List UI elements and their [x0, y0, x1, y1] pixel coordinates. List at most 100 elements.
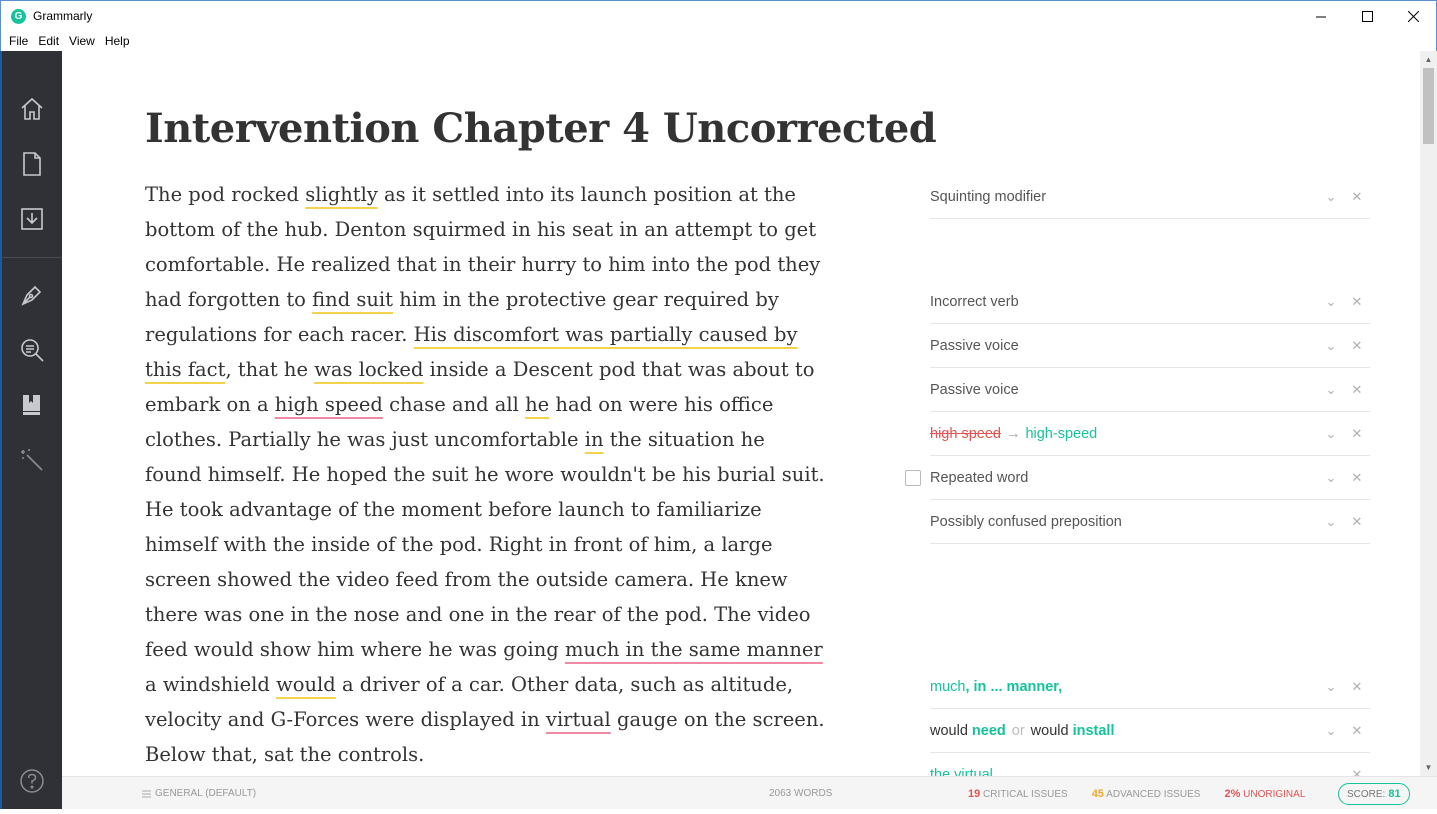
suggestion-part: , in ... manner,	[965, 678, 1063, 695]
option-install[interactable]: install	[1073, 723, 1115, 739]
chevron-down-icon[interactable]: ⌄	[1318, 723, 1344, 739]
home-icon[interactable]	[18, 95, 46, 123]
flagged-text[interactable]: slightly	[305, 183, 378, 206]
maximize-button[interactable]	[1344, 1, 1390, 31]
scroll-thumb[interactable]	[1423, 68, 1434, 144]
paragraph-2[interactable]: He took advantage of the moment before l…	[145, 492, 825, 772]
suggestion-part: or	[1011, 722, 1025, 739]
critical-issues[interactable]: 19 CRITICAL ISSUES	[968, 788, 1080, 800]
scroll-down-arrow-icon[interactable]: ▼	[1420, 759, 1437, 776]
text-run: chase and all	[382, 393, 526, 416]
book-marker-icon	[905, 470, 921, 486]
suggestion-card-passive-voice-2[interactable]: Passive voice ⌄ ✕	[930, 368, 1370, 412]
flagged-text[interactable]: in	[585, 428, 604, 451]
menu-help[interactable]: Help	[105, 34, 130, 48]
unoriginal-pct: 2%	[1224, 788, 1241, 800]
menu-bar: File Edit View Help	[0, 31, 1437, 51]
sidebar-divider	[2, 257, 62, 258]
suggestion-card-high-speed[interactable]: high speed → high-speed ⌄ ✕	[930, 412, 1370, 456]
replacement-word[interactable]: high-speed	[1025, 426, 1097, 442]
issues-summary: 19 CRITICAL ISSUES 45 ADVANCED ISSUES 2%…	[968, 788, 1329, 800]
score-label: SCORE:	[1347, 788, 1386, 800]
help-icon[interactable]	[18, 767, 46, 795]
document-body[interactable]: The pod rocked slightly as it settled in…	[145, 177, 825, 772]
suggestions-panel: Squinting modifier ⌄ ✕ Incorrect verb ⌄ …	[905, 51, 1370, 777]
suggestion-card-would-need[interactable]: would need or would install ⌄ ✕	[930, 709, 1370, 753]
dismiss-icon[interactable]: ✕	[1344, 767, 1370, 777]
vertical-scrollbar[interactable]: ▲ ▼	[1420, 51, 1437, 776]
suggestion-label: Passive voice	[930, 381, 1019, 398]
dismiss-icon[interactable]: ✕	[1344, 470, 1370, 486]
original-word: high speed	[930, 425, 1001, 442]
flagged-text[interactable]: virtual	[546, 708, 611, 731]
sidebar	[0, 51, 62, 814]
search-document-icon[interactable]	[18, 336, 46, 364]
advanced-label: ADVANCED ISSUES	[1106, 789, 1201, 800]
suggestion-card-repeated-word[interactable]: Repeated word ⌄ ✕	[905, 456, 1370, 500]
download-icon[interactable]	[18, 205, 46, 233]
pen-icon[interactable]	[18, 281, 46, 309]
chevron-down-icon[interactable]: ⌄	[1318, 470, 1344, 486]
suggestion-part: much	[930, 678, 966, 695]
book-icon[interactable]	[18, 391, 46, 419]
dismiss-icon[interactable]: ✕	[1344, 338, 1370, 354]
chevron-down-icon[interactable]: ⌄	[1318, 514, 1344, 530]
text-run: The pod rocked	[145, 183, 306, 206]
chevron-down-icon[interactable]: ⌄	[1318, 382, 1344, 398]
option-need[interactable]: need	[972, 723, 1006, 739]
dismiss-icon[interactable]: ✕	[1344, 189, 1370, 205]
maximize-icon	[1361, 10, 1373, 22]
flagged-text[interactable]: he	[525, 393, 549, 416]
flagged-text[interactable]: much in the same manner	[565, 638, 823, 661]
flagged-text[interactable]: find suit	[312, 288, 393, 311]
score-badge[interactable]: SCORE: 81	[1338, 783, 1410, 805]
window-title: Grammarly	[33, 9, 93, 23]
suggestion-card-confused-preposition[interactable]: Possibly confused preposition ⌄ ✕	[930, 500, 1370, 544]
dismiss-icon[interactable]: ✕	[1344, 382, 1370, 398]
magic-wand-icon[interactable]	[18, 446, 46, 474]
dismiss-icon[interactable]: ✕	[1344, 426, 1370, 442]
dismiss-icon[interactable]: ✕	[1344, 679, 1370, 695]
document-title[interactable]: Intervention Chapter 4 Uncorrected	[145, 105, 937, 152]
flagged-text[interactable]: was locked	[314, 358, 423, 381]
document-icon[interactable]	[18, 150, 46, 178]
dismiss-icon[interactable]: ✕	[1344, 723, 1370, 739]
chevron-down-icon[interactable]: ⌄	[1318, 338, 1344, 354]
text-run: , that he	[225, 358, 315, 381]
status-bar: GENERAL (DEFAULT) 2063 WORDS 19 CRITICAL…	[62, 776, 1437, 809]
close-window-button[interactable]	[1390, 1, 1436, 31]
chevron-down-icon[interactable]: ⌄	[1318, 679, 1344, 695]
dismiss-icon[interactable]: ✕	[1344, 294, 1370, 310]
chevron-down-icon[interactable]: ⌄	[1318, 294, 1344, 310]
advanced-count: 45	[1091, 788, 1104, 800]
chevron-down-icon[interactable]: ⌄	[1318, 189, 1344, 205]
unoriginal-indicator[interactable]: 2% UNORIGINAL	[1224, 788, 1317, 800]
suggestion-part: would	[1030, 722, 1073, 739]
minimize-icon	[1315, 16, 1326, 17]
dismiss-icon[interactable]: ✕	[1344, 514, 1370, 530]
flagged-text[interactable]: high speed	[275, 393, 383, 416]
menu-file[interactable]: File	[9, 34, 28, 48]
critical-count: 19	[968, 788, 981, 800]
minimize-button[interactable]	[1298, 1, 1344, 31]
advanced-issues[interactable]: 45 ADVANCED ISSUES	[1092, 788, 1213, 800]
chevron-down-icon[interactable]: ⌄	[1318, 767, 1344, 777]
score-value: 81	[1388, 788, 1401, 800]
editor-area: Intervention Chapter 4 Uncorrected The p…	[62, 51, 1420, 776]
text-run: a windshield	[145, 673, 277, 696]
suggestion-card-incorrect-verb[interactable]: Incorrect verb ⌄ ✕	[930, 280, 1370, 324]
suggestion-card-squinting-modifier[interactable]: Squinting modifier ⌄ ✕	[930, 175, 1370, 219]
suggestion-card-passive-voice[interactable]: Passive voice ⌄ ✕	[930, 324, 1370, 368]
scroll-up-arrow-icon[interactable]: ▲	[1420, 51, 1437, 68]
goals-label: GENERAL (DEFAULT)	[155, 788, 257, 799]
suggestion-card-much-manner[interactable]: much, in ... manner, ⌄ ✕	[930, 665, 1370, 709]
goals-selector[interactable]: GENERAL (DEFAULT)	[142, 788, 256, 799]
menu-view[interactable]: View	[69, 34, 95, 48]
chevron-down-icon[interactable]: ⌄	[1318, 426, 1344, 442]
menu-edit[interactable]: Edit	[38, 34, 59, 48]
title-bar: G Grammarly	[0, 0, 1437, 31]
suggestion-card-the-virtual[interactable]: the virtual ⌄ ✕	[930, 753, 1370, 777]
suggestion-label: the virtual	[930, 766, 993, 777]
paragraph-1[interactable]: The pod rocked slightly as it settled in…	[145, 177, 825, 492]
flagged-text[interactable]: would	[276, 673, 336, 696]
